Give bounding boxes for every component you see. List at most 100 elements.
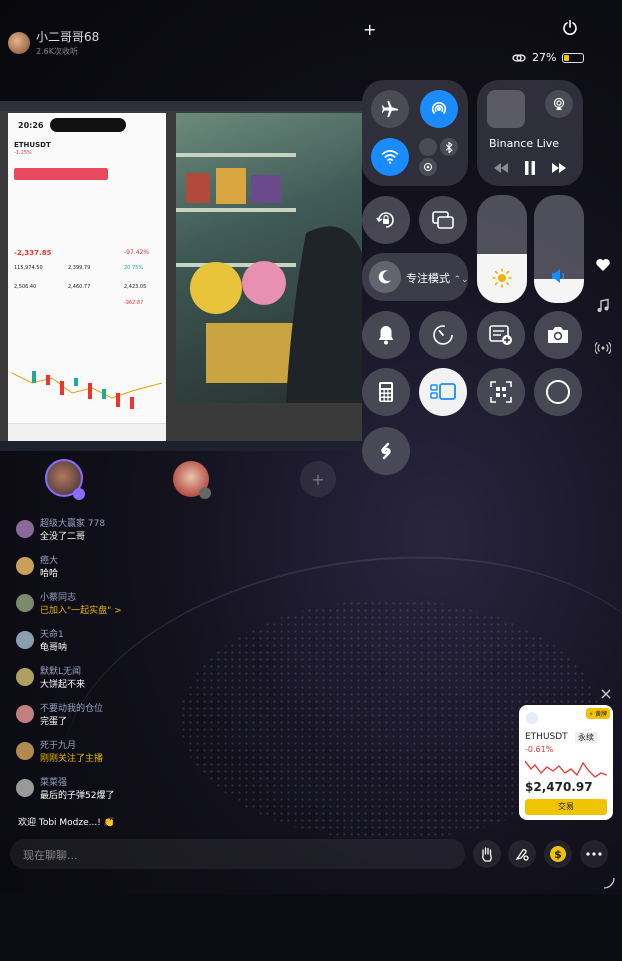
close-icon[interactable] — [601, 689, 611, 699]
camera-button[interactable] — [534, 311, 582, 359]
chat-message: 天命1 龟哥呐 — [16, 629, 122, 658]
airplane-mode-button[interactable] — [371, 90, 409, 128]
phone-value-1: 115,974.50 — [14, 265, 43, 271]
chat-text: 完蛋了 — [40, 717, 68, 727]
screen-recording-button[interactable] — [534, 368, 582, 416]
svg-text:$: $ — [554, 848, 562, 861]
windows-taskbar — [0, 441, 362, 451]
airdrop-icon — [431, 102, 447, 115]
fast-forward-icon[interactable] — [551, 162, 567, 174]
phone-ratio: -97.42% — [124, 249, 150, 256]
brightness-slider[interactable] — [477, 195, 527, 303]
music-note-icon[interactable] — [595, 298, 611, 314]
chat-username[interactable]: 超级大赢家 778 — [40, 518, 105, 530]
phone-pair-change: -1.25% — [14, 150, 32, 156]
chat-message: 癌大 哈哈 — [16, 555, 122, 584]
chat-text: 大饼起不来 — [40, 680, 86, 690]
chat-user-avatar[interactable] — [16, 668, 34, 686]
chat-username[interactable]: 不要动我的仓位 — [40, 703, 103, 715]
hotspot-icon — [424, 163, 432, 171]
phone-pair: ETHUSDT — [14, 141, 51, 149]
cellular-toggle[interactable] — [419, 138, 437, 156]
mic-badge-icon — [73, 488, 85, 500]
timer-button[interactable] — [419, 311, 467, 359]
chat-message: 默默L无闻大饼起不来 — [16, 666, 122, 695]
chat-user-avatar[interactable] — [16, 631, 34, 649]
chat-username[interactable]: 菜菜强 — [40, 777, 114, 789]
vpn-link-icon — [512, 53, 526, 62]
power-icon[interactable] — [562, 19, 578, 35]
chat-user-avatar[interactable] — [16, 594, 34, 612]
shazam-button[interactable] — [362, 427, 410, 475]
chat-text: 全没了二哥 — [40, 532, 86, 542]
pause-icon[interactable] — [523, 160, 537, 176]
media-title: Binance Live — [489, 137, 560, 150]
speaker-icon — [552, 269, 565, 283]
eth-ticker-card[interactable]: ⚡ 黄牌 ETHUSDT 永续 -0.61% $2,470.97 交易 — [519, 705, 613, 820]
screen-share-view[interactable]: 20:26 ETHUSDT -1.25% -2,337.85 -97.42% 1… — [0, 101, 362, 451]
screen-mirroring-button[interactable] — [419, 196, 467, 244]
chat-input[interactable]: 现在聊聊... — [10, 839, 465, 869]
chat-username[interactable]: 天命1 — [40, 629, 67, 641]
code-scanner-button[interactable] — [477, 368, 525, 416]
streamer-info[interactable]: 小二哥哥68 2.6K次收听 — [8, 28, 99, 57]
shazam-icon — [381, 442, 391, 460]
chat-username[interactable]: 默默L无闻 — [40, 666, 85, 678]
mic-muted-badge-icon — [199, 487, 211, 499]
hotspot-button[interactable] — [419, 158, 437, 176]
phone-candle-chart — [12, 371, 162, 409]
airplay-icon — [553, 97, 565, 110]
card-change: -0.61% — [525, 745, 554, 754]
phone-value-5: 2,460.77 — [68, 284, 91, 290]
chat-user-avatar[interactable] — [16, 557, 34, 575]
react-button[interactable] — [508, 840, 536, 868]
quick-note-button[interactable] — [477, 311, 525, 359]
wifi-icon — [381, 150, 399, 164]
chat-list: 超级大赢家 778 全没了二哥 癌大 哈哈 小蔡同志 已加入"一起实盘" > 天命1 龟哥呐默… — [16, 518, 122, 814]
broadcast-icon[interactable] — [595, 340, 611, 356]
bluetooth-icon — [445, 141, 453, 153]
chat-user-avatar[interactable] — [16, 705, 34, 723]
add-guest-slot[interactable]: + — [300, 461, 336, 497]
battery-icon — [562, 52, 585, 63]
chat-message: 不要动我的仓位 完蛋了 — [16, 703, 122, 732]
rotation-lock-icon — [376, 212, 394, 228]
bell-icon — [378, 326, 394, 345]
phone-time: 20:26 — [18, 121, 44, 130]
tip-button[interactable]: $ — [544, 840, 572, 868]
more-button[interactable] — [580, 840, 608, 868]
resize-handle-icon[interactable] — [602, 876, 616, 890]
wifi-button[interactable] — [371, 138, 409, 176]
plus-icon[interactable]: + — [363, 20, 376, 39]
calculator-icon — [379, 382, 393, 402]
chat-username[interactable]: 死于九月 — [40, 740, 103, 752]
bluetooth-button[interactable] — [440, 138, 458, 156]
airplay-button[interactable] — [545, 90, 573, 118]
phone-loss: -962.87 — [124, 300, 144, 306]
hand-icon — [482, 847, 492, 862]
chat-user-avatar[interactable] — [16, 520, 34, 538]
rotation-lock-button[interactable] — [362, 196, 410, 244]
status-bar: 27% — [512, 51, 585, 64]
share-window-titlebar — [0, 101, 362, 111]
raise-hand-button[interactable] — [473, 840, 501, 868]
chat-message: 小蔡同志已加入"一起实盘" > — [16, 592, 122, 621]
battery-percent: 27% — [532, 51, 557, 64]
chat-username[interactable]: 癌大 — [40, 555, 58, 567]
heart-icon[interactable] — [595, 257, 611, 273]
qr-scanner-icon — [490, 381, 512, 403]
volume-slider[interactable] — [534, 195, 584, 303]
chat-user-avatar[interactable] — [16, 779, 34, 797]
more-dots-icon — [586, 852, 602, 856]
airdrop-button[interactable] — [420, 90, 458, 128]
silent-mode-button[interactable] — [362, 311, 410, 359]
stage-manager-button[interactable] — [419, 368, 467, 416]
rewind-icon[interactable] — [493, 162, 509, 174]
chat-username[interactable]: 小蔡同志 — [40, 592, 122, 604]
streamer-avatar[interactable] — [8, 31, 30, 54]
chat-user-avatar[interactable] — [16, 742, 34, 760]
streamer-views: 2.6K次收听 — [36, 47, 78, 56]
chat-text: 已加入"一起实盘" > — [40, 606, 122, 616]
trade-button[interactable]: 交易 — [525, 799, 607, 815]
calculator-button[interactable] — [362, 368, 410, 416]
